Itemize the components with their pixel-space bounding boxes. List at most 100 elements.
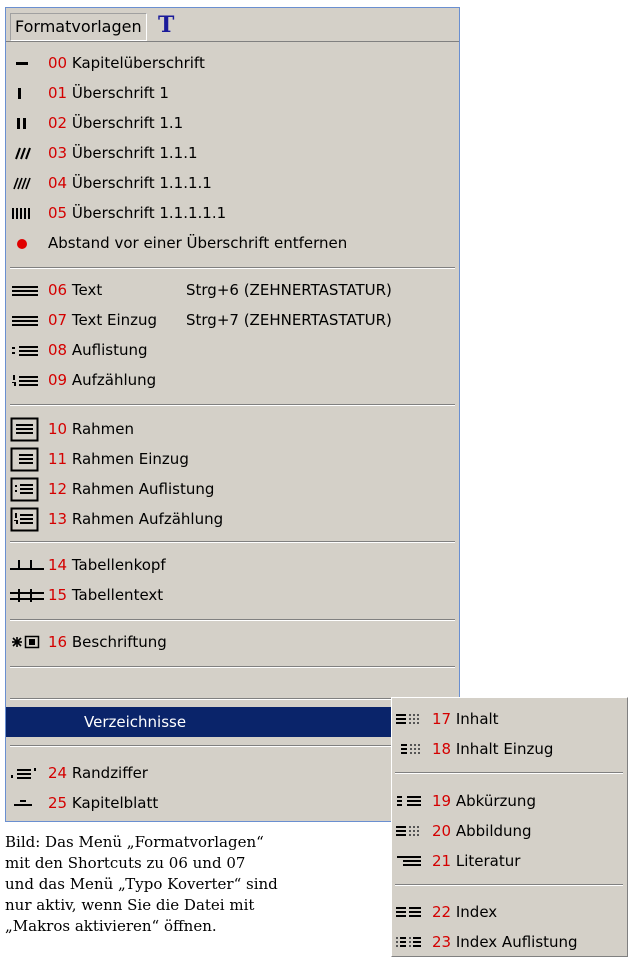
item-number: 25 <box>48 794 68 812</box>
item-label: Kapitelüberschrift <box>71 54 205 72</box>
submenu-item-23[interactable]: 23 Index Auflistung <box>392 927 625 957</box>
submenu-item-18[interactable]: 18 Inhalt Einzug <box>392 734 625 764</box>
item-label: Aufzählung <box>71 371 157 389</box>
submenu-item-17[interactable]: 17 Inhalt <box>392 704 625 734</box>
table-head-icon <box>10 550 44 580</box>
item-number: 07 <box>48 311 68 329</box>
item-label: Abstand vor einer Überschrift entfernen <box>48 234 348 252</box>
item-number: 10 <box>48 420 68 438</box>
literature-icon <box>395 846 429 876</box>
numbered-list-icon <box>10 365 44 395</box>
item-number: 19 <box>432 792 452 810</box>
text-lines-icon <box>10 275 44 305</box>
menubar: Formatvorlagen T <box>6 8 459 42</box>
separator <box>10 666 455 668</box>
chapter-page-icon <box>10 788 44 818</box>
submenu-item-22[interactable]: 22 Index <box>392 897 625 927</box>
heading-level-4-icon <box>10 168 44 198</box>
frame-number-icon <box>10 504 44 534</box>
index-list-icon <box>395 927 429 957</box>
item-label: Überschrift 1 <box>71 84 169 102</box>
menu-item-01[interactable]: 01 Überschrift 1 <box>6 78 456 108</box>
menu-item-02[interactable]: 02 Überschrift 1.1 <box>6 108 456 138</box>
menu-item-04[interactable]: 04 Überschrift 1.1.1.1 <box>6 168 456 198</box>
menu-item-11[interactable]: 11 Rahmen Einzug <box>6 444 456 474</box>
menu-item-remove-spacing[interactable]: Abstand vor einer Überschrift entfernen <box>6 228 456 258</box>
menu-item-07[interactable]: 07 Text Einzug Strg+7 (ZEHNERTASTATUR) <box>6 305 456 335</box>
menu-item-09[interactable]: 09 Aufzählung <box>6 365 456 395</box>
separator <box>10 698 455 700</box>
separator <box>10 745 455 747</box>
item-label: Überschrift 1.1.1.1.1 <box>71 204 227 222</box>
menu-item-05[interactable]: 05 Überschrift 1.1.1.1.1 <box>6 198 456 228</box>
item-number: 23 <box>432 933 452 951</box>
item-label: Literatur <box>455 852 521 870</box>
item-label: Tabellentext <box>71 586 164 604</box>
heading-level-5-icon <box>10 198 44 228</box>
heading-level-0-icon <box>10 48 44 78</box>
item-number: 00 <box>48 54 68 72</box>
item-number: 22 <box>432 903 452 921</box>
item-label: Abkürzung <box>455 792 536 810</box>
item-number: 09 <box>48 371 68 389</box>
menu-item-12[interactable]: 12 Rahmen Auflistung <box>6 474 456 504</box>
frame-icon <box>10 414 44 444</box>
indent-lines-icon <box>10 305 44 335</box>
item-label: Rahmen <box>71 420 135 438</box>
red-dot-icon <box>10 228 44 258</box>
menu-item-10[interactable]: 10 Rahmen <box>6 414 456 444</box>
typo-tool-button[interactable]: T <box>158 10 174 40</box>
item-label: Text Einzug <box>71 311 158 329</box>
menu-item-06[interactable]: 06 Text Strg+6 (ZEHNERTASTATUR) <box>6 275 456 305</box>
menu-item-14[interactable]: 14 Tabellenkopf <box>6 550 456 580</box>
item-number: 24 <box>48 764 68 782</box>
menu-item-24[interactable]: 24 Randziffer <box>6 758 456 788</box>
menu-item-03[interactable]: 03 Überschrift 1.1.1 <box>6 138 456 168</box>
menu-item-08[interactable]: 08 Auflistung <box>6 335 456 365</box>
submenu-item-21[interactable]: 21 Literatur <box>392 846 625 876</box>
menu-item-13[interactable]: 13 Rahmen Aufzählung <box>6 504 456 534</box>
menu-item-00[interactable]: 00 Kapitelüberschrift <box>6 48 456 78</box>
separator <box>395 884 623 886</box>
item-label: Index Auflistung <box>455 933 578 951</box>
item-number: 02 <box>48 114 68 132</box>
item-label: Randziffer <box>71 764 148 782</box>
item-number: 16 <box>48 633 68 651</box>
caption-line: nur aktiv, wenn Sie die Datei mit <box>5 896 255 914</box>
index-icon <box>395 897 429 927</box>
menu-item-15[interactable]: 15 Tabellentext <box>6 580 456 610</box>
figure-caption: Bild: Das Menü „Formatvorlagen“ mit den … <box>5 832 325 937</box>
submenu-item-19[interactable]: 19 Abkürzung <box>392 786 625 816</box>
menu-item-16[interactable]: 16 Beschriftung <box>6 627 456 657</box>
caption-line: „Makros aktivieren“ öffnen. <box>5 917 217 935</box>
item-number: 12 <box>48 480 68 498</box>
item-number: 11 <box>48 450 68 468</box>
table-text-icon <box>10 580 44 610</box>
separator <box>10 541 455 543</box>
menu-formatvorlagen[interactable]: Formatvorlagen <box>10 13 147 41</box>
item-label: Rahmen Auflistung <box>71 480 215 498</box>
heading-level-3-icon <box>10 138 44 168</box>
heading-level-2-icon <box>10 108 44 138</box>
shortcut-text: Strg+6 (ZEHNERTASTATUR) <box>186 281 392 299</box>
item-number: 04 <box>48 174 68 192</box>
item-number: 15 <box>48 586 68 604</box>
item-number: 21 <box>432 852 452 870</box>
item-label: Inhalt <box>455 710 499 728</box>
item-label: Auflistung <box>71 341 148 359</box>
submenu-item-20[interactable]: 20 Abbildung <box>392 816 625 846</box>
item-label: Kapitelblatt <box>71 794 159 812</box>
item-label: Tabellenkopf <box>71 556 166 574</box>
menu-item-25[interactable]: 25 Kapitelblatt <box>6 788 456 818</box>
frame-indent-icon <box>10 444 44 474</box>
caption-line: und das Menü „Typo Koverter“ sind <box>5 875 278 893</box>
item-number: 20 <box>432 822 452 840</box>
separator <box>10 267 455 269</box>
item-number: 17 <box>432 710 452 728</box>
figure-list-icon <box>395 816 429 846</box>
item-label: Verzeichnisse <box>84 713 187 731</box>
separator <box>10 619 455 621</box>
separator <box>395 772 623 774</box>
toc-indent-icon <box>395 734 429 764</box>
heading-level-1-icon <box>10 78 44 108</box>
